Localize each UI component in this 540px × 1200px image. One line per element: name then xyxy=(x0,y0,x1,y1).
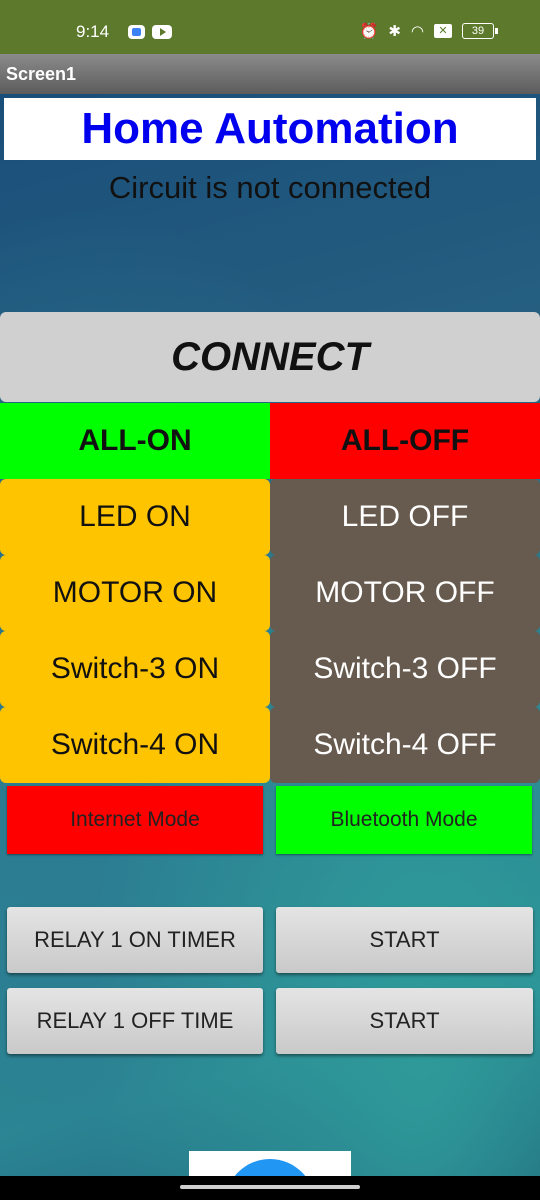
navigation-bar xyxy=(0,1176,540,1200)
bottom-image xyxy=(189,1151,351,1176)
all-off-button[interactable]: ALL-OFF xyxy=(270,403,540,479)
circle-icon xyxy=(225,1159,315,1176)
status-icons: ⏰ ✱ ◠ ✕ 39 xyxy=(359,22,498,40)
relay-1-on-start-button[interactable]: START xyxy=(276,907,533,973)
all-on-button[interactable]: ALL-ON xyxy=(0,403,270,479)
relay-1-off-start-button[interactable]: START xyxy=(276,988,533,1054)
relay-1-on-timer-button[interactable]: RELAY 1 ON TIMER xyxy=(7,907,263,973)
motor-off-button[interactable]: MOTOR OFF xyxy=(270,555,540,631)
led-off-button[interactable]: LED OFF xyxy=(270,479,540,555)
window-title: Screen1 xyxy=(6,64,77,84)
relay-1-off-time-button[interactable]: RELAY 1 OFF TIME xyxy=(7,988,263,1054)
notification-x-icon: ✕ xyxy=(434,24,452,38)
status-bar: 9:14 ⏰ ✱ ◠ ✕ 39 xyxy=(0,0,540,54)
home-gesture-handle[interactable] xyxy=(180,1185,360,1189)
connect-button[interactable]: CONNECT xyxy=(0,312,540,402)
led-on-button[interactable]: LED ON xyxy=(0,479,270,555)
alarm-icon: ⏰ xyxy=(359,23,379,40)
switch-4-off-button[interactable]: Switch-4 OFF xyxy=(270,707,540,783)
bluetooth-icon: ✱ xyxy=(388,23,401,40)
switch-3-off-button[interactable]: Switch-3 OFF xyxy=(270,631,540,707)
battery-icon: 39 xyxy=(462,23,498,39)
wifi-icon: ◠ xyxy=(410,23,424,40)
clock: 9:14 xyxy=(76,22,110,41)
app-notification-icon xyxy=(128,25,145,39)
page-title: Home Automation xyxy=(4,98,536,160)
app-screen: Home Automation Circuit is not connected… xyxy=(0,94,540,1176)
window-title-bar: Screen1 xyxy=(0,54,540,94)
youtube-icon xyxy=(152,25,172,39)
bluetooth-mode-button[interactable]: Bluetooth Mode xyxy=(276,786,532,854)
switch-3-on-button[interactable]: Switch-3 ON xyxy=(0,631,270,707)
motor-on-button[interactable]: MOTOR ON xyxy=(0,555,270,631)
switch-4-on-button[interactable]: Switch-4 ON xyxy=(0,707,270,783)
connection-status: Circuit is not connected xyxy=(108,170,432,205)
internet-mode-button[interactable]: Internet Mode xyxy=(7,786,263,854)
